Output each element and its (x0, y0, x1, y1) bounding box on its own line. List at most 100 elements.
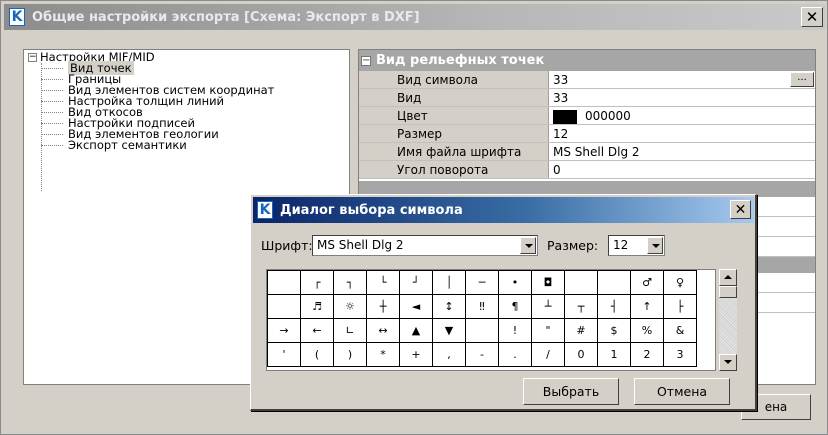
symbol-cell[interactable]: ! (498, 318, 532, 343)
collapse-icon[interactable]: − (28, 53, 37, 62)
symbol-cell[interactable]: ♀ (663, 270, 697, 295)
symbol-cell[interactable]: 0 (564, 342, 598, 367)
property-value[interactable]: 0 (549, 161, 815, 178)
symbol-cell[interactable]: ┼ (366, 294, 400, 319)
scroll-down-icon[interactable] (719, 354, 737, 371)
symbol-cell[interactable]: $ (597, 318, 631, 343)
category-label: Вид рельефных точек (376, 53, 545, 68)
symbol-cell[interactable]: - (465, 342, 499, 367)
property-name: Имя файла шрифта (359, 143, 549, 160)
symbol-cell[interactable]: ) (333, 342, 367, 367)
size-select-value: 12 (613, 238, 629, 252)
dialog-cancel-button[interactable]: Отмена (634, 378, 730, 405)
close-button[interactable]: ✕ (801, 7, 823, 27)
scrollbar-thumb[interactable] (719, 286, 737, 298)
symbol-cell[interactable]: ♂ (630, 270, 664, 295)
symbol-grid-scrollbar[interactable] (719, 269, 737, 371)
symbol-cell[interactable] (267, 270, 301, 295)
chevron-down-icon[interactable] (520, 237, 536, 254)
tree-item[interactable]: Экспорт семантики (28, 138, 349, 152)
symbol-cell[interactable]: ← (300, 318, 334, 343)
symbol-cell[interactable]: ◄ (399, 294, 433, 319)
symbol-cell[interactable]: 2 (630, 342, 664, 367)
category-collapse-icon[interactable]: − (361, 55, 371, 66)
symbol-row: '() * +, -./0 1 2 3 (267, 342, 697, 367)
symbol-cell[interactable]: ↑ (630, 294, 664, 319)
symbol-picker-dialog: K Диалог выбора символа ✕ Шрифт: MS Shel… (250, 194, 757, 411)
symbol-cell[interactable]: ─ (465, 270, 499, 295)
dialog-title: Диалог выбора символа (280, 202, 463, 218)
size-select[interactable]: 12 (608, 235, 665, 256)
property-value[interactable]: 33 (549, 89, 815, 106)
property-value[interactable]: 12 (549, 125, 815, 142)
symbol-cell[interactable]: 3 (663, 342, 697, 367)
symbol-cell[interactable]: * (366, 342, 400, 367)
tree-item-label: Экспорт семантики (68, 138, 187, 152)
property-value-text: MS Shell Dlg 2 (553, 145, 640, 159)
property-row[interactable]: Вид символа 33... (359, 71, 815, 89)
property-row[interactable]: Вид 33 (359, 89, 815, 107)
symbol-cell[interactable]: ↕ (432, 294, 466, 319)
symbol-cell[interactable]: / (531, 342, 565, 367)
symbol-cell[interactable]: ◘ (531, 270, 565, 295)
symbol-cell[interactable]: . (498, 342, 532, 367)
category-header[interactable]: − Вид рельефных точек (359, 50, 815, 71)
symbol-row: → ← ∟ ↔ ▲ ▼! " # $% & (267, 318, 697, 343)
chevron-down-icon[interactable] (647, 237, 663, 254)
symbol-cell[interactable]: │ (432, 270, 466, 295)
symbol-cell[interactable]: & (663, 318, 697, 343)
symbol-cell[interactable]: ├ (663, 294, 697, 319)
symbol-cell[interactable] (465, 318, 499, 343)
property-row[interactable]: Размер 12 (359, 125, 815, 143)
cancel-button-main-label: ена (764, 400, 788, 414)
symbol-cell[interactable]: ▼ (432, 318, 466, 343)
property-row[interactable]: Угол поворота 0 (359, 161, 815, 179)
font-select[interactable]: MS Shell Dlg 2 (312, 235, 538, 256)
symbol-cell[interactable]: ' (267, 342, 301, 367)
symbol-cell[interactable]: ┘ (399, 270, 433, 295)
symbol-cell[interactable]: ▲ (399, 318, 433, 343)
symbol-cell[interactable] (267, 294, 301, 319)
window-title: Общие настройки экспорта [Схема: Экспорт… (32, 9, 420, 25)
select-button-label: Выбрать (542, 384, 600, 399)
app-logo-icon: K (9, 8, 25, 26)
select-button[interactable]: Выбрать (523, 378, 619, 405)
symbol-cell[interactable]: , (432, 342, 466, 367)
scroll-up-icon[interactable] (719, 269, 737, 286)
symbol-cell[interactable] (597, 270, 631, 295)
symbol-cell[interactable]: ┤ (597, 294, 631, 319)
symbol-cell[interactable]: % (630, 318, 664, 343)
symbol-cell[interactable]: ┴ (531, 294, 565, 319)
symbol-cell[interactable]: ┐ (333, 270, 367, 295)
symbol-cell[interactable]: • (498, 270, 532, 295)
symbol-cell[interactable]: ↔ (366, 318, 400, 343)
symbol-cell[interactable]: + (399, 342, 433, 367)
symbol-cell[interactable]: ‼ (465, 294, 499, 319)
symbol-cell[interactable]: → (267, 318, 301, 343)
symbol-cell[interactable]: ☼ (333, 294, 367, 319)
symbol-cell[interactable] (564, 270, 598, 295)
symbol-row: ┌ ┐ └ ┘ │ ─ • ◘ ♂ ♀ (267, 270, 697, 295)
property-value[interactable]: 000000 (549, 107, 815, 124)
property-name: Вид символа (359, 71, 549, 88)
symbol-cell[interactable]: " (531, 318, 565, 343)
property-value[interactable]: MS Shell Dlg 2 (549, 143, 815, 160)
symbol-cell[interactable]: # (564, 318, 598, 343)
symbol-cell[interactable]: ┬ (564, 294, 598, 319)
property-value-text: 12 (553, 127, 569, 141)
symbol-cell[interactable]: ¶ (498, 294, 532, 319)
ellipsis-button[interactable]: ... (790, 72, 814, 87)
font-label: Шрифт: (261, 238, 313, 253)
symbol-cell[interactable]: ( (300, 342, 334, 367)
symbol-cell[interactable]: ∟ (333, 318, 367, 343)
property-row[interactable]: Имя файла шрифта MS Shell Dlg 2 (359, 143, 815, 161)
dialog-cancel-button-label: Отмена (656, 384, 708, 399)
dialog-close-button[interactable]: ✕ (730, 200, 751, 219)
property-name: Угол поворота (359, 161, 549, 178)
symbol-cell[interactable]: └ (366, 270, 400, 295)
symbol-cell[interactable]: ♬ (300, 294, 334, 319)
property-value[interactable]: 33... (549, 71, 815, 88)
property-row[interactable]: Цвет 000000 (359, 107, 815, 125)
symbol-cell[interactable]: ┌ (300, 270, 334, 295)
symbol-cell[interactable]: 1 (597, 342, 631, 367)
